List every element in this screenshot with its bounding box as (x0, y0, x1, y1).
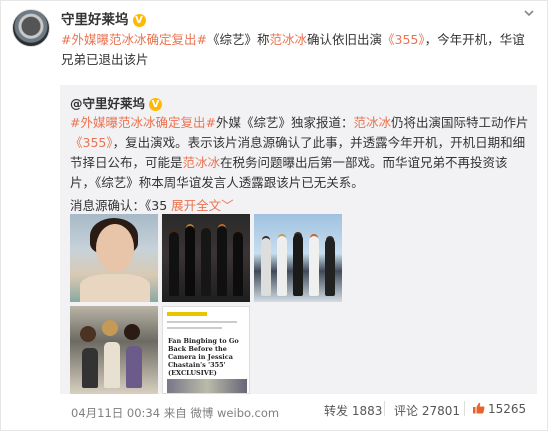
comment-count: 27801 (421, 404, 461, 418)
photo-shape (167, 321, 237, 323)
photo-shape (217, 226, 227, 296)
photo-shape (80, 326, 96, 342)
expand-label[interactable]: 展开全文 (171, 198, 221, 213)
post-author[interactable]: 守里好莱坞 V (61, 8, 146, 28)
author-name[interactable]: 守里好莱坞 (61, 12, 129, 28)
expand-arrow-icon: ﹀ (221, 198, 234, 213)
verified-badge-icon: V (132, 14, 146, 27)
text-link[interactable]: 范冰冰 (354, 115, 392, 130)
repost-button[interactable]: 转发 1883 (324, 402, 382, 419)
photo-portrait[interactable] (70, 214, 158, 302)
photo-shape (185, 226, 195, 296)
text-link[interactable]: 范冰冰 (183, 155, 221, 170)
post-meta[interactable]: 04月11日 00:34 来自 微博 weibo.com (71, 405, 279, 421)
like-button[interactable]: 15265 (472, 402, 526, 416)
post-text: #外媒曝范冰冰确定复出#《综艺》称范冰冰确认依旧出演《355》，今年开机，华谊兄… (61, 30, 531, 70)
photo-shape (293, 234, 303, 296)
article-image (167, 379, 247, 393)
post-menu-button[interactable] (523, 7, 535, 22)
source-prefix: 消息源确认：《35 (70, 198, 168, 213)
photo-shape (277, 236, 287, 296)
text-link[interactable]: 确定复出# (147, 32, 207, 47)
photo-shape (82, 348, 98, 388)
text-link[interactable]: #外媒曝 (61, 32, 109, 47)
like-count: 15265 (488, 402, 527, 416)
text-link[interactable]: 确定复出# (156, 115, 216, 130)
photo-shape (325, 238, 335, 296)
verified-badge-icon: V (149, 98, 163, 111)
photo-shape (169, 232, 179, 296)
text-link[interactable]: 范冰冰 (109, 32, 147, 47)
photo-shape (104, 342, 120, 388)
photo-shape (167, 327, 222, 329)
photo-shape (80, 274, 150, 302)
expand-full-text-link[interactable]: 展开全文﹀ (171, 198, 234, 213)
text-link[interactable]: 《355》 (70, 135, 113, 150)
divider (384, 401, 385, 416)
text-link[interactable]: 范冰冰 (270, 32, 308, 47)
text-link[interactable]: 范冰冰 (118, 115, 156, 130)
article-title: Fan Bingbing to Go Back Before the Camer… (168, 337, 239, 377)
photo-group-selfie[interactable] (70, 306, 158, 394)
reposted-content[interactable]: @守里好莱坞 V #外媒曝范冰冰确定复出#外媒《综艺》独家报道：范冰冰仍将出演国际… (60, 85, 537, 394)
text-link[interactable]: 《355》 (382, 32, 425, 47)
photo-shape (201, 228, 211, 296)
photo-group-on-stage[interactable] (254, 214, 342, 302)
source-line: 消息源确认：《35 展开全文﹀ (70, 195, 234, 214)
text-segment: 外媒《综艺》独家报道： (215, 115, 354, 130)
text-link[interactable]: #外媒曝 (70, 115, 118, 130)
photo-shape (96, 224, 134, 272)
thumbs-up-icon[interactable] (472, 402, 485, 414)
photo-shape (102, 320, 118, 336)
photo-shape (309, 236, 319, 296)
repost-label[interactable]: 转发 (324, 404, 348, 418)
repost-count: 1883 (351, 404, 383, 418)
photo-shape (124, 324, 140, 340)
text-segment: 《综艺》称 (206, 32, 270, 47)
article-masthead (167, 312, 207, 316)
photo-shape (126, 346, 142, 388)
comment-label[interactable]: 评论 (394, 404, 418, 418)
repost-text: #外媒曝范冰冰确定复出#外媒《综艺》独家报道：范冰冰仍将出演国际特工动作片《35… (70, 113, 530, 193)
photo-group-black-dresses[interactable] (162, 214, 250, 302)
divider (464, 401, 465, 416)
photo-article-screenshot[interactable]: Fan Bingbing to Go Back Before the Camer… (162, 306, 250, 394)
text-segment: 确认依旧出演 (307, 32, 383, 47)
photo-shape (261, 238, 271, 296)
text-segment: 仍将出演国际特工动作片 (391, 115, 529, 130)
repost-author[interactable]: @守里好莱坞 V (70, 93, 163, 112)
repost-author-name[interactable]: @守里好莱坞 (70, 96, 145, 111)
chevron-down-icon (524, 10, 534, 17)
author-avatar[interactable] (12, 9, 50, 47)
weibo-post-card: 守里好莱坞 V #外媒曝范冰冰确定复出#《综艺》称范冰冰确认依旧出演《355》，今… (0, 0, 548, 431)
comment-button[interactable]: 评论 27801 (394, 402, 460, 419)
photo-shape (233, 232, 243, 296)
